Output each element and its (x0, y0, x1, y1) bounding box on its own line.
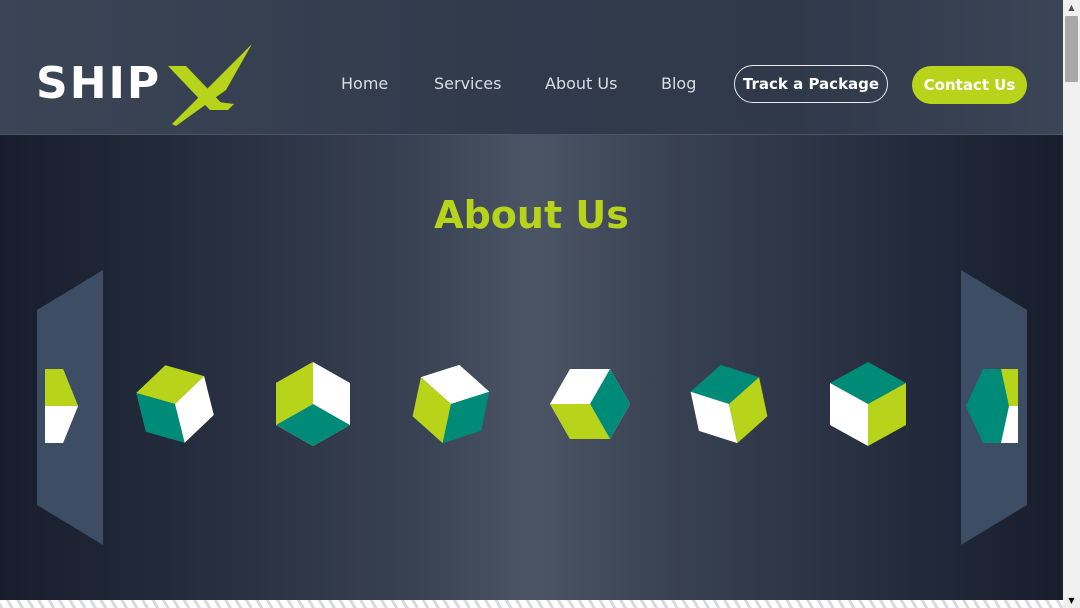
about-hero-section: About Us (0, 135, 1063, 600)
cube-icon (136, 365, 214, 443)
nav-services-link[interactable]: Services (434, 74, 501, 94)
vertical-scrollbar[interactable]: ▲ ▼ (1063, 0, 1080, 608)
shipx-logo[interactable]: SHIP (36, 44, 256, 128)
cube-icon (690, 364, 768, 444)
scroll-thumb[interactable] (1065, 16, 1078, 82)
nav-about-us-link[interactable]: About Us (545, 74, 617, 94)
page-viewport: SHIP Home Services About Us Blog Track a… (0, 0, 1063, 608)
cube-icon (276, 362, 350, 446)
cube-icon (550, 369, 630, 439)
site-header: SHIP Home Services About Us Blog Track a… (0, 0, 1063, 135)
page-title: About Us (434, 193, 629, 237)
carousel-left-panel[interactable] (37, 270, 103, 545)
contact-us-button[interactable]: Contact Us (912, 66, 1027, 104)
scroll-down-arrow-icon[interactable]: ▼ (1063, 592, 1080, 608)
nav-blog-link[interactable]: Blog (661, 74, 696, 94)
cube-icon (830, 362, 906, 446)
scroll-up-arrow-icon[interactable]: ▲ (1063, 0, 1080, 14)
nav-home-link[interactable]: Home (341, 74, 388, 94)
logo-wordmark: SHIP (36, 58, 162, 109)
cube-icon (412, 364, 490, 444)
carousel-right-panel[interactable] (961, 270, 1027, 545)
track-package-button[interactable]: Track a Package (734, 65, 888, 103)
footer-pattern-strip (0, 600, 1063, 608)
logo-x-mark-icon (168, 44, 252, 126)
